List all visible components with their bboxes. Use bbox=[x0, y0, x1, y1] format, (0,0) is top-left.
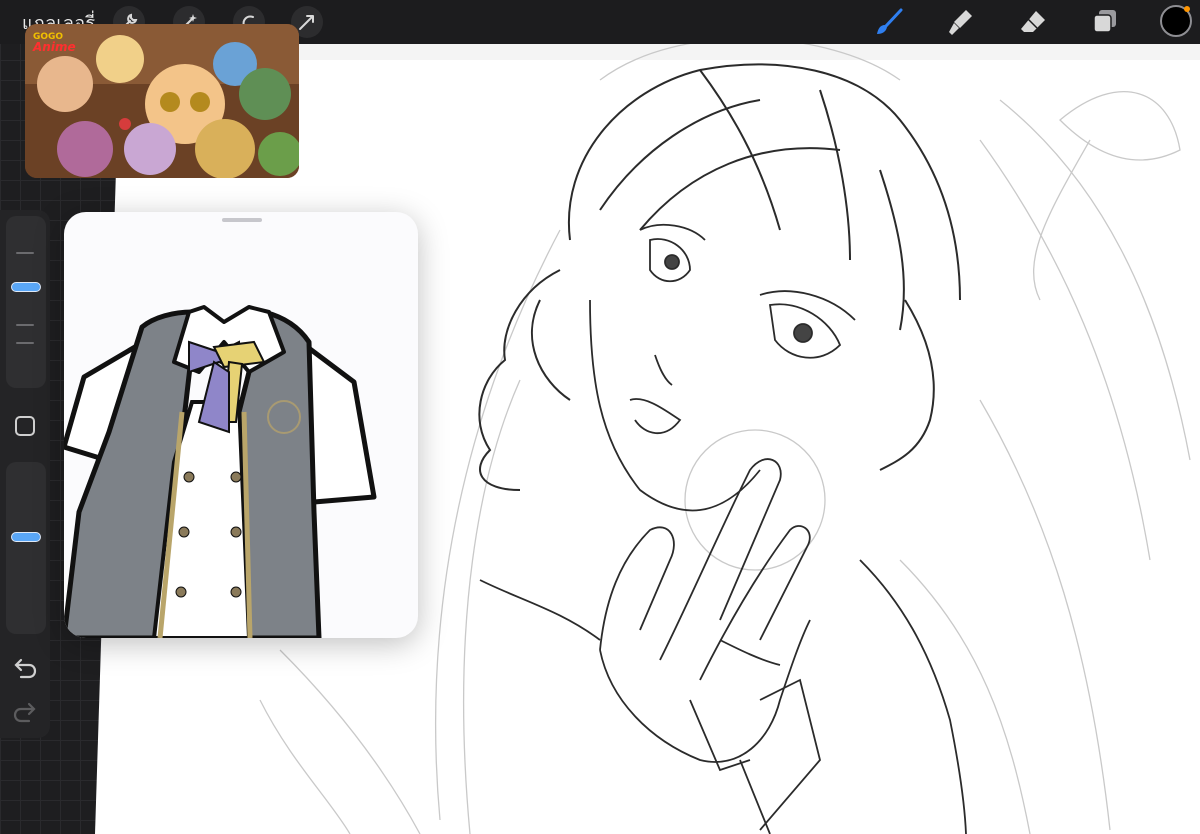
left-sidebar bbox=[0, 210, 50, 738]
slider-tick bbox=[16, 252, 34, 254]
brush-size-slider[interactable] bbox=[6, 216, 46, 388]
eraser-icon[interactable] bbox=[1018, 7, 1048, 37]
thumbnail-logo: GOGO Anime bbox=[33, 32, 76, 54]
slider-tick bbox=[16, 324, 34, 326]
uniform-vest-image bbox=[64, 305, 377, 638]
opacity-knob[interactable] bbox=[11, 532, 41, 542]
color-indicator-dot bbox=[1184, 6, 1190, 12]
undo-icon[interactable] bbox=[13, 658, 37, 680]
layers-icon[interactable] bbox=[1090, 7, 1120, 37]
redo-icon[interactable] bbox=[13, 702, 37, 724]
slider-tick bbox=[16, 342, 34, 344]
square-icon[interactable] bbox=[15, 416, 35, 436]
brush-icon[interactable] bbox=[874, 7, 904, 37]
opacity-slider[interactable] bbox=[6, 462, 46, 634]
thumbnail-logo-main: Anime bbox=[33, 40, 76, 54]
reference-thumbnail[interactable]: GOGO Anime bbox=[25, 24, 299, 178]
smudge-icon[interactable] bbox=[946, 7, 976, 37]
brush-size-knob[interactable] bbox=[11, 282, 41, 292]
reference-panel[interactable] bbox=[64, 212, 418, 638]
